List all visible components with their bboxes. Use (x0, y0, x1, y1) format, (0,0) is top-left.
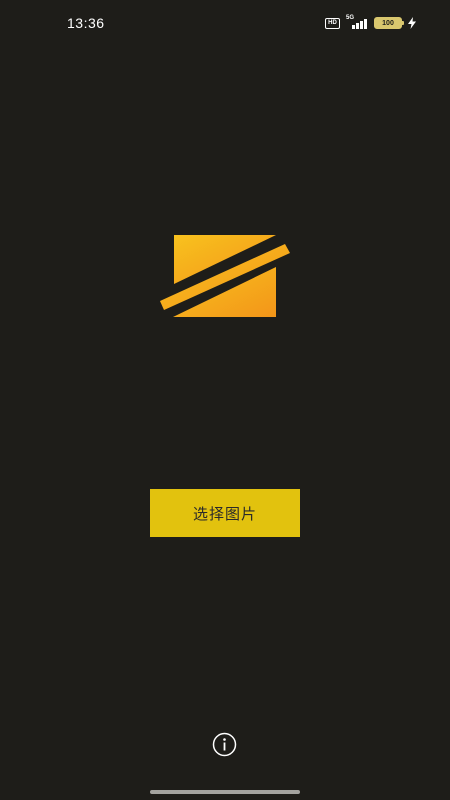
app-screen: 13:36 HD 5G 100 选择图片 (0, 0, 450, 800)
status-time: 13:36 (67, 15, 105, 31)
battery-level: 100 (382, 19, 394, 27)
info-button[interactable] (212, 732, 237, 757)
battery-icon: 100 (374, 17, 404, 29)
status-icons: HD 5G 100 (325, 15, 416, 30)
charging-bolt-icon (408, 17, 416, 29)
signal-5g-icon: 5G (346, 15, 368, 29)
pick-image-button[interactable]: 选择图片 (150, 489, 300, 537)
app-logo-icon (160, 235, 290, 317)
info-icon (212, 732, 237, 757)
hd-icon: HD (325, 17, 340, 29)
status-bar: 13:36 HD 5G 100 (0, 0, 450, 48)
home-indicator[interactable] (150, 790, 300, 794)
